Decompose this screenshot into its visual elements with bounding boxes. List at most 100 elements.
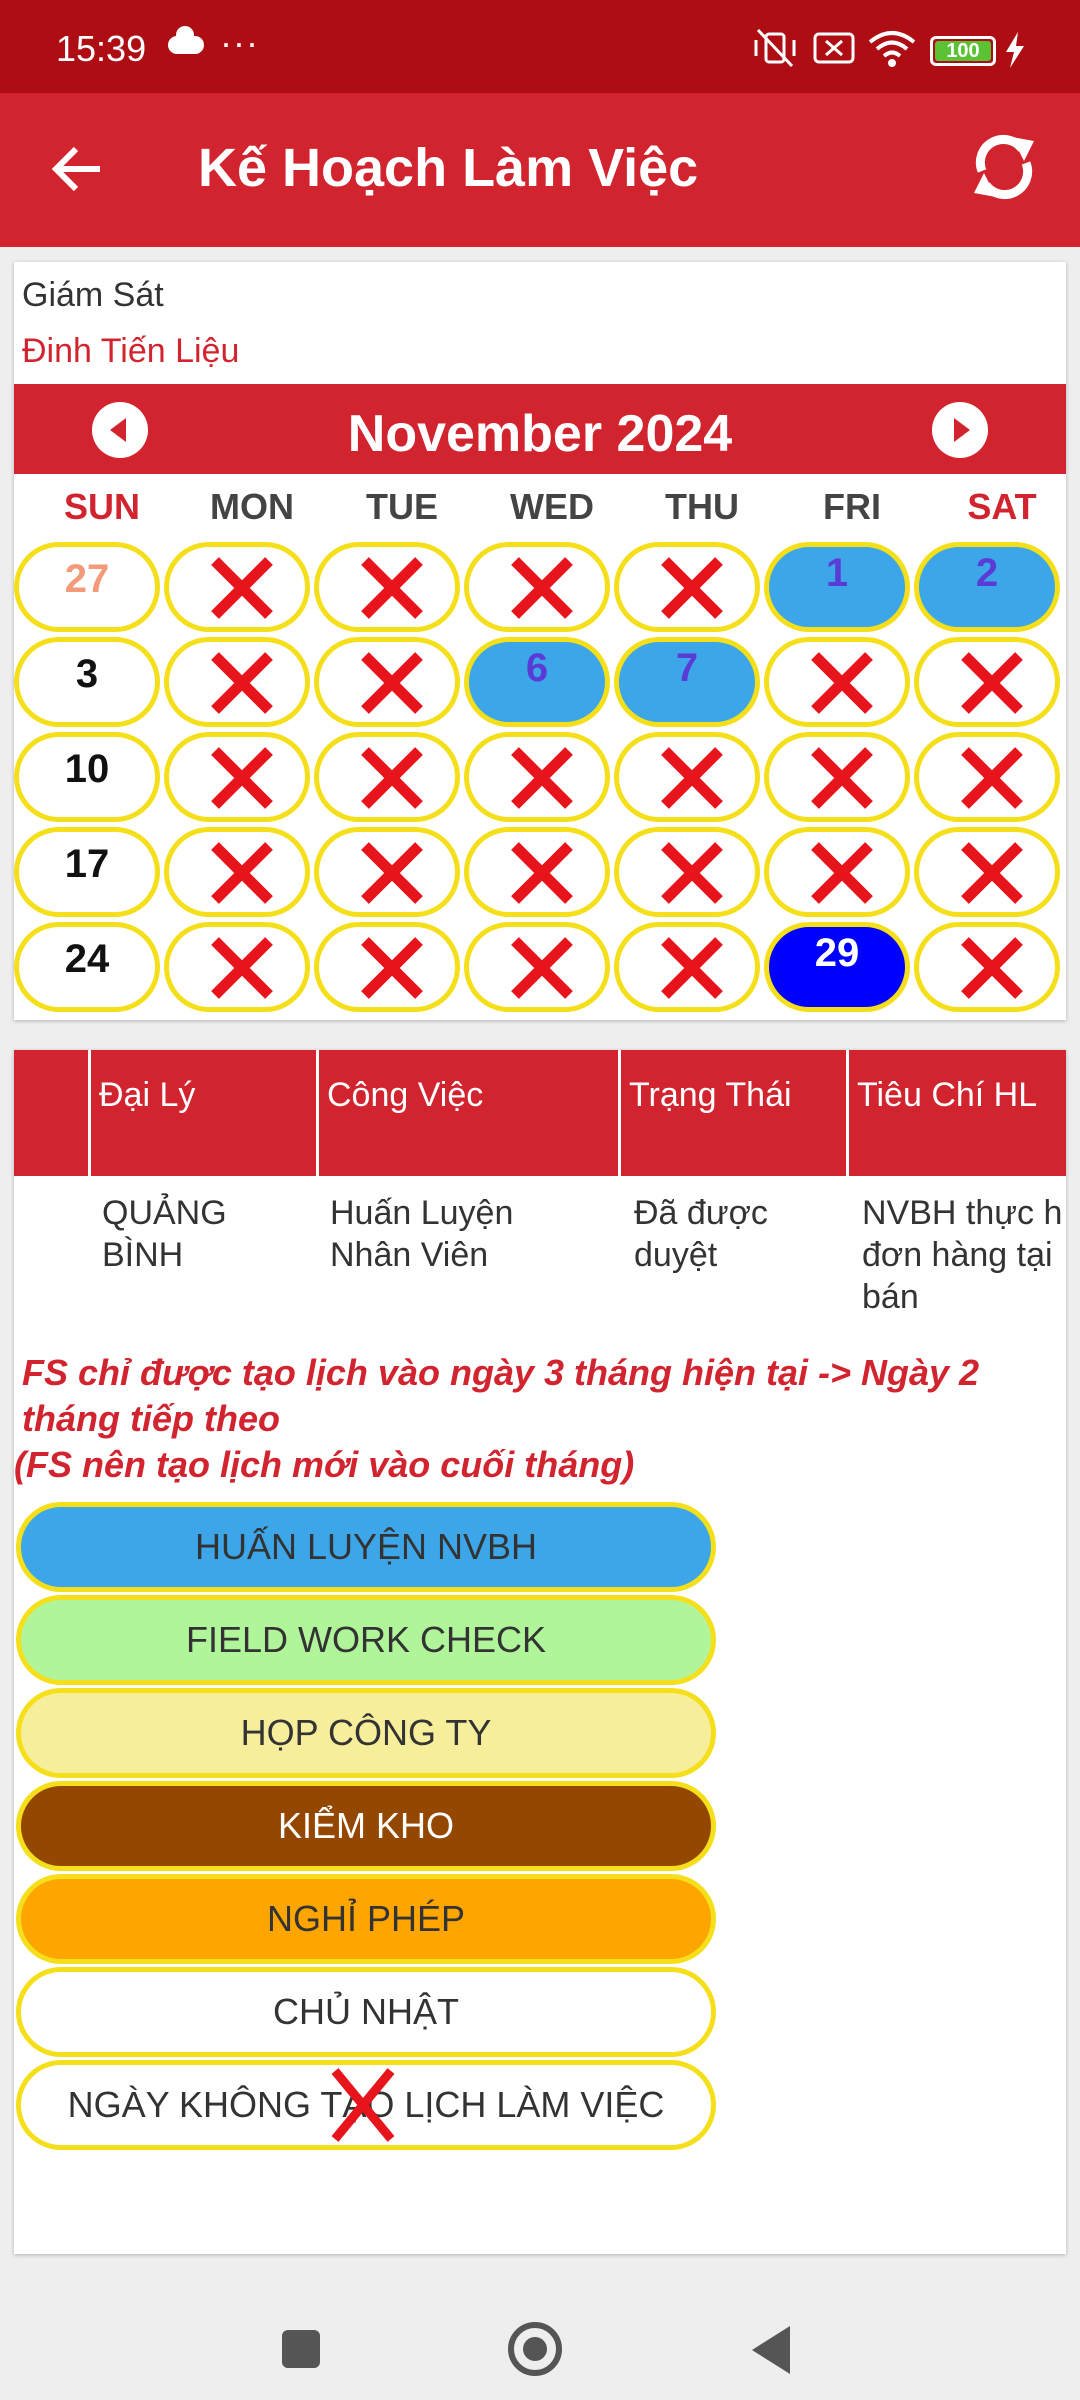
refresh-icon[interactable] bbox=[964, 127, 1044, 207]
weekday-label: FRI bbox=[823, 486, 881, 527]
calendar-day[interactable] bbox=[464, 827, 610, 917]
legend-item: HUẤN LUYỆN NVBH bbox=[16, 1502, 716, 1592]
calendar-day[interactable] bbox=[164, 827, 310, 917]
calendar-day[interactable] bbox=[314, 732, 460, 822]
weekday-label: MON bbox=[210, 486, 294, 527]
next-month-button[interactable] bbox=[932, 402, 988, 458]
calendar-day[interactable] bbox=[314, 637, 460, 727]
page-title: Kế Hoạch Làm Việc bbox=[198, 138, 699, 198]
x-icon bbox=[511, 557, 573, 619]
calendar-day[interactable]: 7 bbox=[614, 637, 760, 727]
weekday-label: SAT bbox=[967, 486, 1037, 527]
calendar-day[interactable] bbox=[164, 732, 310, 822]
legend-item: NGHỈ PHÉP bbox=[16, 1874, 716, 1964]
note-line-2: (FS nên tạo lịch mới vào cuối tháng) bbox=[14, 1444, 635, 1485]
legend-item: HỌP CÔNG TY bbox=[16, 1688, 716, 1778]
weekday-label: SUN bbox=[63, 486, 140, 527]
calendar-day[interactable]: 24 bbox=[14, 922, 160, 1012]
weekday-label: TUE bbox=[366, 486, 438, 527]
weekday-label: THU bbox=[665, 486, 739, 527]
x-icon bbox=[361, 747, 423, 809]
x-icon bbox=[811, 652, 873, 714]
calendar-day[interactable] bbox=[464, 542, 610, 632]
legend-label: CHỦ NHẬT bbox=[273, 1991, 459, 2032]
calendar-day[interactable] bbox=[614, 732, 760, 822]
table-cell-agency: QUẢNG BÌNH bbox=[102, 1194, 227, 1274]
x-icon bbox=[331, 2068, 395, 2142]
calendar-day[interactable] bbox=[764, 827, 910, 917]
weekday-label: WED bbox=[510, 486, 594, 527]
calendar-day[interactable] bbox=[614, 542, 760, 632]
system-nav-bar bbox=[0, 2268, 1080, 2400]
x-icon bbox=[661, 747, 723, 809]
legend-label: KIỂM KHO bbox=[277, 1805, 455, 1846]
home-button[interactable] bbox=[508, 2322, 562, 2376]
note-line-1: FS chỉ được tạo lịch vào ngày 3 tháng hi… bbox=[22, 1352, 980, 1439]
calendar-day[interactable]: 10 bbox=[14, 732, 160, 822]
column-header-criteria: Tiêu Chí HL bbox=[846, 1050, 1066, 1176]
calendar-day[interactable] bbox=[614, 827, 760, 917]
calendar-day[interactable] bbox=[314, 827, 460, 917]
x-icon bbox=[211, 557, 273, 619]
system-back-button[interactable] bbox=[752, 2326, 790, 2374]
battery-icon: 100 bbox=[930, 36, 996, 66]
day-number: 29 bbox=[814, 931, 860, 975]
calendar-day[interactable]: 17 bbox=[14, 827, 160, 917]
calendar-day[interactable] bbox=[464, 922, 610, 1012]
table-cell-task: Huấn Luyện Nhân Viên bbox=[330, 1194, 514, 1274]
x-icon bbox=[961, 937, 1023, 999]
calendar-day[interactable] bbox=[764, 637, 910, 727]
day-number: 27 bbox=[64, 557, 110, 601]
x-icon bbox=[661, 557, 723, 619]
legend-label: FIELD WORK CHECK bbox=[185, 1619, 547, 1660]
calendar-day[interactable] bbox=[914, 827, 1060, 917]
supervisor-label: Giám Sát bbox=[22, 276, 164, 314]
table-cell-status: Đã được duyệt bbox=[634, 1194, 768, 1274]
calendar-day[interactable] bbox=[914, 922, 1060, 1012]
calendar-day[interactable] bbox=[614, 922, 760, 1012]
legend-item: FIELD WORK CHECK bbox=[16, 1595, 716, 1685]
table-cell-criteria: NVBH thực h đơn hàng tại bán bbox=[862, 1194, 1063, 1316]
x-icon bbox=[811, 842, 873, 904]
calendar-day[interactable] bbox=[764, 732, 910, 822]
x-icon bbox=[361, 652, 423, 714]
calendar-day[interactable]: 1 bbox=[764, 542, 910, 632]
day-number: 17 bbox=[64, 842, 110, 886]
weekday-row: SUN MON TUE WED THU FRI SAT bbox=[14, 486, 1066, 538]
calendar-day[interactable] bbox=[464, 732, 610, 822]
calendar-card: Giám Sát Đinh Tiến Liệu November 2024 SU… bbox=[14, 262, 1066, 1020]
cloud-icon bbox=[168, 26, 204, 54]
day-number: 1 bbox=[825, 551, 849, 595]
schedule-note: FS chỉ được tạo lịch vào ngày 3 tháng hi… bbox=[14, 1350, 1054, 1488]
calendar-day[interactable] bbox=[164, 542, 310, 632]
calendar-day[interactable] bbox=[314, 922, 460, 1012]
battery-level: 100 bbox=[946, 40, 980, 62]
back-arrow-icon[interactable] bbox=[48, 139, 108, 199]
calendar-day[interactable] bbox=[164, 637, 310, 727]
calendar-day[interactable]: 27 bbox=[14, 542, 160, 632]
calendar-day[interactable] bbox=[914, 637, 1060, 727]
day-number: 6 bbox=[525, 646, 549, 690]
column-header-task: Công Việc bbox=[316, 1050, 618, 1176]
vibrate-off-icon bbox=[754, 28, 796, 68]
x-icon bbox=[811, 747, 873, 809]
calendar-day[interactable] bbox=[164, 922, 310, 1012]
x-icon bbox=[661, 842, 723, 904]
x-icon bbox=[961, 747, 1023, 809]
sim-off-icon bbox=[813, 32, 855, 64]
calendar-day[interactable]: 29 bbox=[764, 922, 910, 1012]
legend-label: NGHỈ PHÉP bbox=[266, 1898, 466, 1939]
calendar-day[interactable]: 2 bbox=[914, 542, 1060, 632]
calendar-day[interactable] bbox=[314, 542, 460, 632]
legend-item: KIỂM KHO bbox=[16, 1781, 716, 1871]
column-header-status: Trạng Thái bbox=[618, 1050, 846, 1176]
recent-apps-button[interactable] bbox=[282, 2330, 320, 2368]
calendar-day[interactable]: 6 bbox=[464, 637, 610, 727]
table-header: Đại Lý Công Việc Trạng Thái Tiêu Chí HL bbox=[14, 1050, 1066, 1176]
day-number: 2 bbox=[975, 551, 999, 595]
calendar-day[interactable]: 3 bbox=[14, 637, 160, 727]
more-notifications-icon: ··· bbox=[220, 22, 259, 63]
x-icon bbox=[361, 557, 423, 619]
calendar-day[interactable] bbox=[914, 732, 1060, 822]
x-icon bbox=[211, 652, 273, 714]
